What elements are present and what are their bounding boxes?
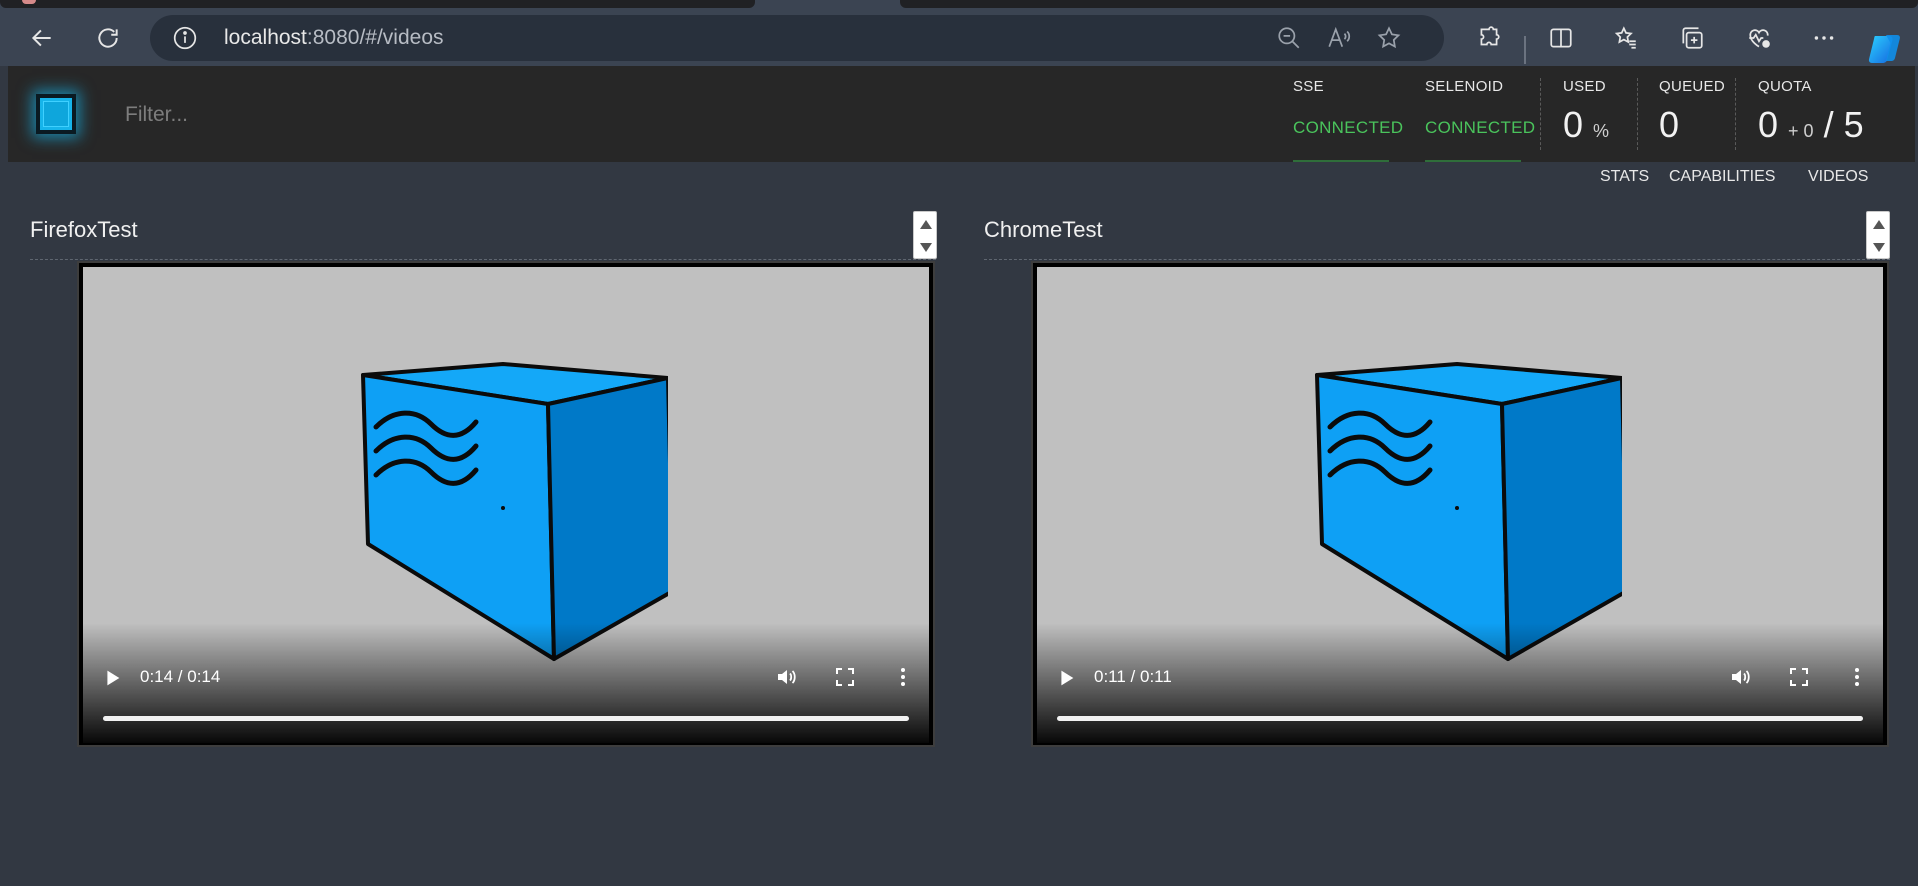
video-player[interactable]: 0:11 / 0:11 [1031, 261, 1889, 747]
quota-value: 0 + 0 / 5 [1758, 104, 1864, 145]
video-title: FirefoxTest [30, 217, 138, 242]
video-progress-bar[interactable] [1057, 716, 1863, 721]
favorites-list-icon [1614, 26, 1636, 49]
queued-value: 0 [1659, 104, 1680, 145]
used-label: USED [1563, 78, 1606, 95]
back-button[interactable] [24, 20, 60, 56]
selenoid-logo[interactable] [36, 94, 76, 134]
url-text[interactable]: localhost:8080/#/videos [224, 26, 444, 50]
reload-button[interactable] [90, 20, 126, 56]
selenoid-status-underline [1425, 160, 1521, 162]
more-vertical-icon[interactable] [1845, 665, 1869, 689]
browser-tab-strip [0, 0, 1918, 10]
used-value: 0 % [1563, 104, 1610, 145]
fullscreen-icon[interactable] [833, 665, 857, 689]
stat-divider [1637, 78, 1638, 150]
collections-button[interactable] [1674, 20, 1710, 56]
puzzle-icon [1480, 26, 1500, 46]
quota-label: QUOTA [1758, 78, 1812, 95]
quota-total: / 5 [1823, 104, 1864, 145]
site-info-icon[interactable] [172, 25, 198, 51]
browser-toolbar: localhost:8080/#/videos [0, 10, 1918, 66]
scroll-stepper[interactable] [1866, 211, 1890, 259]
filter-input[interactable] [125, 100, 625, 130]
fullscreen-icon[interactable] [1787, 665, 1811, 689]
video-time: 0:14 / 0:14 [140, 667, 221, 686]
sse-label: SSE [1293, 78, 1324, 95]
copilot-icon[interactable] [1866, 30, 1904, 68]
title-divider [984, 259, 1890, 260]
tab-favicon [22, 0, 36, 4]
scroll-stepper[interactable] [913, 211, 937, 259]
video-player[interactable]: 0:14 / 0:14 [77, 261, 935, 747]
settings-more-button[interactable] [1806, 20, 1842, 56]
more-horizontal-icon [1814, 36, 1834, 40]
arrow-up-icon[interactable] [1873, 220, 1885, 229]
title-divider [30, 259, 936, 260]
quota-pending: + 0 [1788, 121, 1814, 141]
used-unit: % [1593, 121, 1610, 141]
zoom-out-icon[interactable] [1276, 25, 1302, 51]
tab-capabilities[interactable]: CAPABILITIES [1669, 168, 1775, 200]
extensions-button[interactable] [1471, 20, 1507, 56]
browser-tab[interactable] [900, 0, 1918, 8]
arrow-up-icon[interactable] [920, 220, 932, 229]
arrow-down-icon[interactable] [1873, 243, 1885, 252]
play-icon[interactable] [101, 667, 123, 689]
favorites-button[interactable] [1608, 20, 1644, 56]
split-screen-icon [1550, 28, 1572, 48]
app-header: SSE CONNECTED SELENOID CONNECTED USED 0 … [8, 66, 1915, 162]
play-icon[interactable] [1055, 667, 1077, 689]
sse-connected-text: CONNECTED [1293, 118, 1404, 137]
volume-icon[interactable] [1729, 665, 1753, 689]
tab-videos[interactable]: VIDEOS [1808, 168, 1868, 200]
selenoid-label: SELENOID [1425, 78, 1504, 95]
browser-tab[interactable] [0, 0, 755, 8]
video-frame: 0:11 / 0:11 [1037, 267, 1883, 743]
url-path: :8080/#/videos [306, 26, 444, 49]
tab-stats[interactable]: STATS [1600, 168, 1649, 200]
video-time: 0:11 / 0:11 [1094, 667, 1172, 686]
address-bar[interactable]: localhost:8080/#/videos [150, 15, 1444, 61]
back-arrow-icon [31, 29, 51, 47]
read-aloud-icon[interactable] [1326, 25, 1352, 51]
split-screen-button[interactable] [1543, 20, 1579, 56]
favorite-star-icon[interactable] [1376, 25, 1402, 51]
url-host: localhost [224, 26, 307, 49]
more-vertical-icon[interactable] [891, 665, 915, 689]
reload-icon [98, 28, 118, 48]
collections-icon [1682, 27, 1703, 49]
video-progress-bar[interactable] [103, 716, 909, 721]
toolbar-divider [1524, 36, 1526, 64]
arrow-down-icon[interactable] [920, 243, 932, 252]
queued-label: QUEUED [1659, 78, 1725, 95]
heart-pulse-icon [1749, 29, 1770, 48]
stat-divider [1735, 78, 1736, 150]
browser-essentials-button[interactable] [1741, 20, 1777, 56]
video-title: ChromeTest [984, 217, 1103, 242]
selenoid-connected-text: CONNECTED [1425, 118, 1536, 137]
video-frame: 0:14 / 0:14 [83, 267, 929, 743]
sse-status-underline [1293, 160, 1389, 162]
stat-divider [1540, 78, 1541, 150]
volume-icon[interactable] [775, 665, 799, 689]
